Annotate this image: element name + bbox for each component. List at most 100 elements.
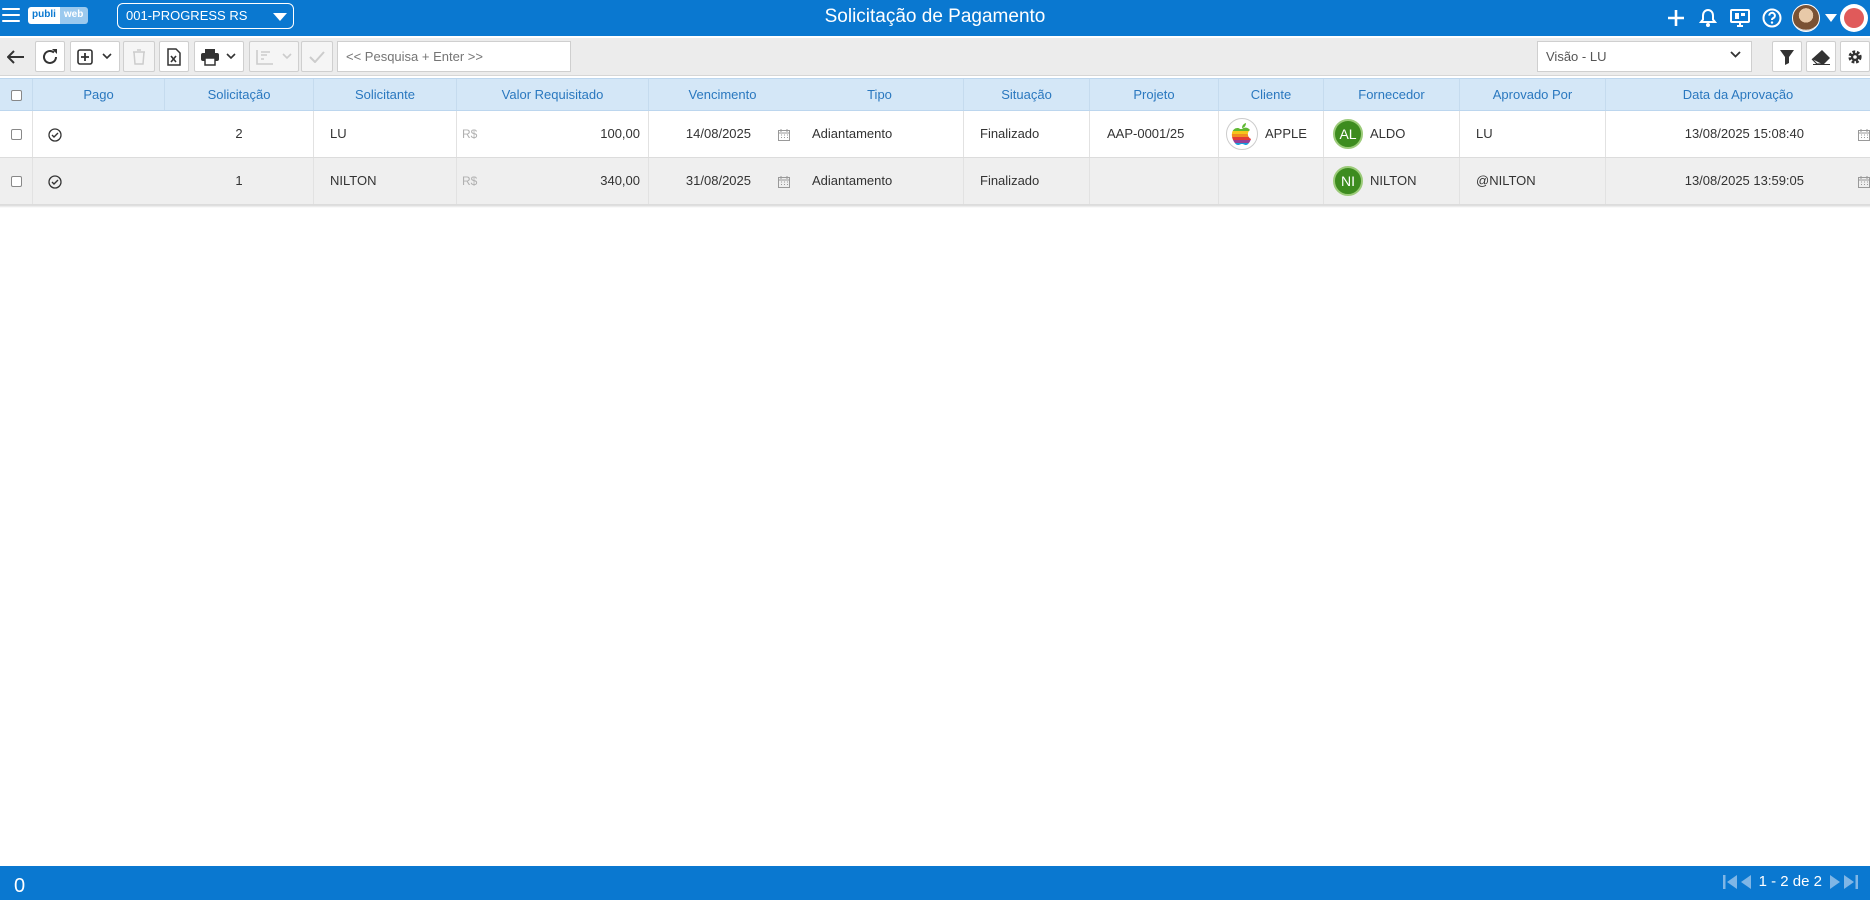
calendar-icon [778, 129, 790, 141]
cliente-name: APPLE [1265, 126, 1307, 141]
next-page-icon[interactable] [1830, 874, 1840, 890]
row-checkbox[interactable] [10, 129, 22, 141]
col-situacao[interactable]: Situação [964, 79, 1090, 110]
help-icon[interactable] [1756, 2, 1788, 34]
situacao-cell: Finalizado [964, 111, 1090, 157]
paid-check-circle-icon [48, 128, 62, 142]
apple-logo [1226, 118, 1258, 150]
select-all-cell [0, 79, 33, 110]
col-solicitacao[interactable]: Solicitação [165, 79, 314, 110]
add-icon[interactable] [1660, 2, 1692, 34]
search-input[interactable] [337, 41, 571, 72]
excel-icon [167, 47, 181, 66]
solicitante-cell: LU [314, 111, 457, 157]
col-fornecedor[interactable]: Fornecedor [1324, 79, 1460, 110]
tipo-cell: Adiantamento [796, 111, 964, 157]
aprovado-por-cell: @NILTON [1460, 158, 1606, 204]
last-page-icon[interactable] [1844, 874, 1858, 890]
supplier-avatar: AL [1333, 119, 1363, 149]
situacao-cell: Finalizado [964, 158, 1090, 204]
bell-icon[interactable] [1692, 2, 1724, 34]
data-aprovacao-cell: 13/08/2025 13:59:05 [1606, 158, 1870, 204]
chart-icon [256, 49, 273, 65]
fornecedor-name: NILTON [1370, 173, 1417, 188]
col-solicitante[interactable]: Solicitante [314, 79, 457, 110]
col-tipo[interactable]: Tipo [796, 79, 964, 110]
user-avatar[interactable] [1788, 2, 1824, 34]
col-vencimento[interactable]: Vencimento [649, 79, 796, 110]
page-title: Solicitação de Pagamento [824, 6, 1046, 27]
dropdown-chevron-icon [102, 53, 112, 60]
previous-page-icon[interactable] [1740, 874, 1751, 890]
valor-cell: R$ 100,00 [457, 111, 649, 157]
col-cliente[interactable]: Cliente [1219, 79, 1324, 110]
pago-cell [33, 111, 165, 157]
fornecedor-cell: NI NILTON [1324, 158, 1460, 204]
clear-filter-button[interactable] [1806, 41, 1836, 72]
payment-requests-table: Pago Solicitação Solicitante Valor Requi… [0, 78, 1870, 208]
chart-button[interactable] [249, 41, 299, 72]
chevron-down-icon [1730, 51, 1741, 58]
add-button[interactable] [70, 41, 120, 72]
row-checkbox[interactable] [10, 176, 22, 188]
view-select[interactable]: Visão - LU [1537, 41, 1752, 72]
check-icon [309, 50, 325, 63]
toolbar: Visão - LU [0, 38, 1870, 76]
currency-label: R$ [462, 174, 478, 188]
back-button[interactable] [2, 41, 30, 72]
data-aprovacao-cell: 13/08/2025 15:08:40 [1606, 111, 1870, 157]
calendar-icon [778, 176, 790, 188]
print-button[interactable] [194, 41, 244, 72]
supplier-avatar: NI [1333, 166, 1363, 196]
user-menu-caret-icon[interactable] [1824, 2, 1838, 34]
table-row[interactable]: 2 LU R$ 100,00 14/08/2025 Adiantamento F… [0, 111, 1870, 158]
gear-icon [1848, 49, 1862, 64]
dropdown-chevron-icon [226, 53, 236, 60]
first-page-icon[interactable] [1722, 874, 1737, 890]
data-aprovacao-value: 13/08/2025 13:59:05 [1684, 173, 1804, 188]
monitor-icon[interactable] [1724, 2, 1756, 34]
add-square-icon [77, 48, 93, 65]
paid-check-circle-icon [48, 175, 62, 189]
projeto-cell: AAP-0001/25 [1090, 111, 1219, 157]
col-aprovado-por[interactable]: Aprovado Por [1460, 79, 1606, 110]
settings-button[interactable] [1840, 41, 1870, 72]
currency-label: R$ [462, 127, 478, 141]
cliente-cell [1219, 158, 1324, 204]
pago-cell [33, 158, 165, 204]
logout-icon[interactable] [1838, 2, 1870, 34]
pagination-label: 1 - 2 de 2 [1758, 873, 1822, 890]
vencimento-cell: 31/08/2025 [649, 158, 796, 204]
filter-button[interactable] [1772, 41, 1802, 72]
col-projeto[interactable]: Projeto [1090, 79, 1219, 110]
solicitacao-cell: 1 [165, 158, 314, 204]
refresh-button[interactable] [35, 41, 65, 72]
tipo-cell: Adiantamento [796, 158, 964, 204]
valor-value: 100,00 [600, 126, 640, 141]
valor-cell: R$ 340,00 [457, 158, 649, 204]
top-actions [1660, 2, 1870, 34]
solicitante-cell: NILTON [314, 158, 457, 204]
col-pago[interactable]: Pago [33, 79, 165, 110]
confirm-button[interactable] [301, 41, 333, 72]
avatar-photo [1792, 4, 1820, 32]
table-row[interactable]: 1 NILTON R$ 340,00 31/08/2025 Adiantamen… [0, 158, 1870, 205]
top-bar: publi web 001-PROGRESS RS Solicitação de… [0, 0, 1870, 36]
delete-button[interactable] [123, 41, 155, 72]
table-header: Pago Solicitação Solicitante Valor Requi… [0, 78, 1870, 111]
table-bottom-shadow [0, 205, 1870, 208]
calendar-icon [1858, 176, 1870, 188]
pagination: 1 - 2 de 2 [1722, 873, 1858, 890]
trash-icon [133, 48, 145, 65]
cliente-cell: APPLE [1219, 111, 1324, 157]
filter-icon [1780, 49, 1794, 65]
calendar-icon [1858, 129, 1870, 141]
col-data-aprovacao[interactable]: Data da Aprovação [1606, 79, 1870, 110]
projeto-cell [1090, 158, 1219, 204]
data-aprovacao-value: 13/08/2025 15:08:40 [1684, 126, 1804, 141]
view-select-value: Visão - LU [1546, 49, 1607, 64]
export-excel-button[interactable] [159, 41, 189, 72]
solicitacao-cell: 2 [165, 111, 314, 157]
select-all-checkbox[interactable] [10, 90, 22, 102]
col-valor-requisitado[interactable]: Valor Requisitado [457, 79, 649, 110]
